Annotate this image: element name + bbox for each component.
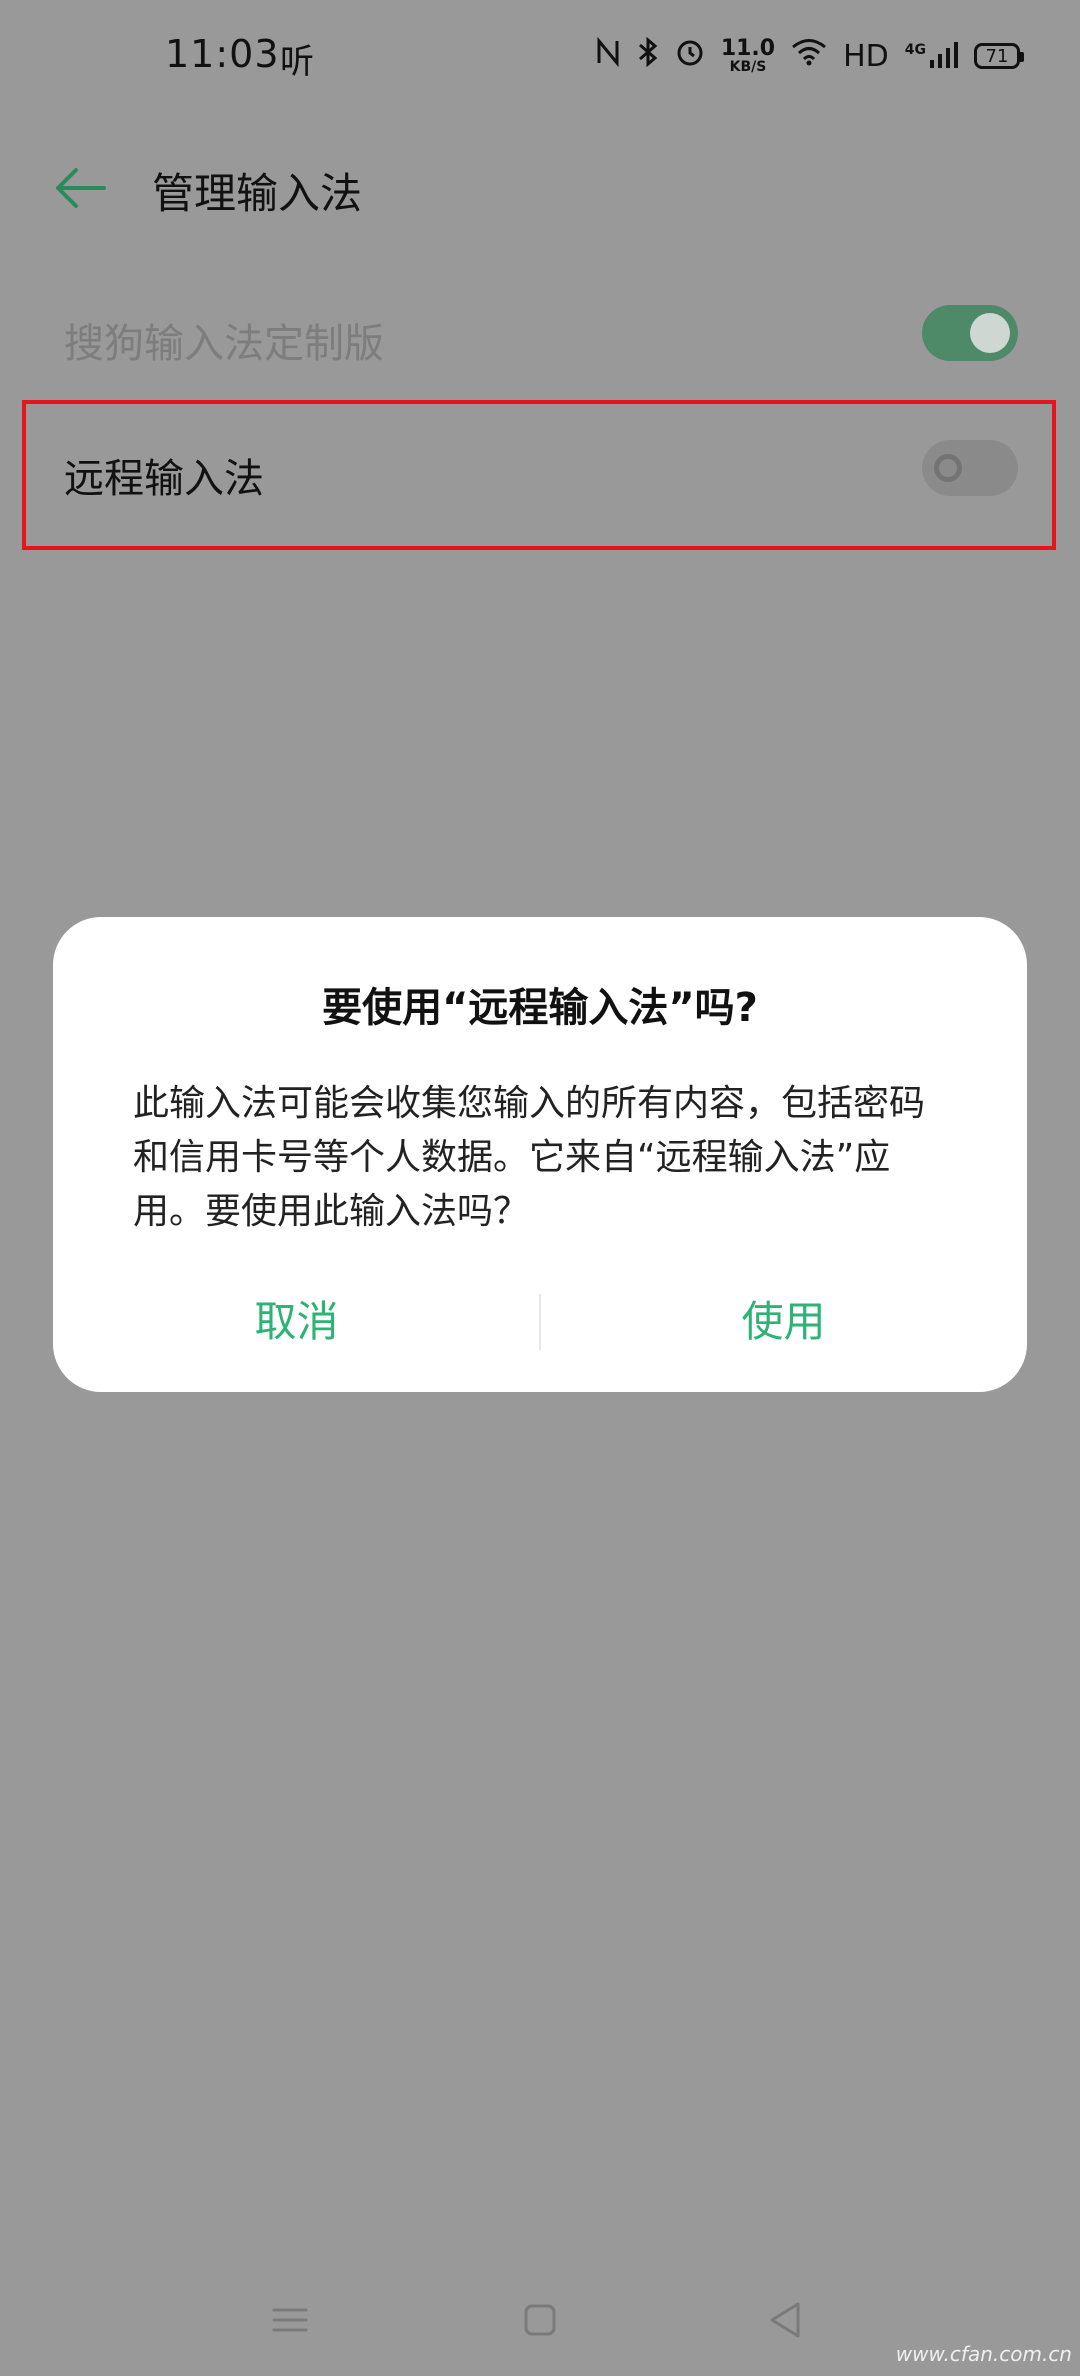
dialog-message: 此输入法可能会收集您输入的所有内容，包括密码和信用卡号等个人数据。它来自“远程输…: [133, 1083, 926, 1232]
list-item-sogou[interactable]: 搜狗输入法定制版: [0, 275, 1080, 395]
bluetooth-icon: [637, 36, 659, 76]
square-icon: [524, 2304, 556, 2336]
dialog-title: 要使用“远程输入法”吗?: [322, 985, 758, 1031]
app-bar: 管理输入法: [0, 130, 1080, 240]
status-icons: 11.0 KB/S HD 4G 71: [595, 36, 1024, 76]
nfc-icon: [595, 36, 621, 75]
highlight-annotation-box: [22, 400, 1056, 550]
alarm-icon: [675, 37, 705, 75]
list-item-label: 搜狗输入法定制版: [64, 321, 384, 367]
battery-level: 71: [985, 45, 1009, 67]
use-button[interactable]: 使用: [540, 1282, 1027, 1362]
network-type: 4G: [904, 42, 926, 58]
signal-icon: 4G: [905, 42, 958, 70]
network-speed: 11.0 KB/S: [720, 36, 776, 75]
toggle-sogou[interactable]: [922, 305, 1018, 361]
toggle-knob: [970, 313, 1010, 353]
home-button[interactable]: [510, 2290, 570, 2350]
cancel-button[interactable]: 取消: [53, 1282, 540, 1362]
hd-label: HD: [843, 38, 889, 74]
status-bar: 11:03 听 11.0 KB/S HD 4G 71: [0, 0, 1080, 120]
page-title: 管理输入法: [152, 169, 363, 218]
back-button[interactable]: [52, 158, 112, 218]
arrow-left-icon: [56, 168, 106, 208]
menu-icon: [272, 2308, 308, 2332]
navigation-bar: www.cfan.com.cn: [0, 2260, 1080, 2376]
confirm-dialog: 要使用“远程输入法”吗? 此输入法可能会收集您输入的所有内容，包括密码和信用卡号…: [53, 917, 1027, 1392]
nav-back-button[interactable]: [756, 2290, 816, 2350]
triangle-back-icon: [770, 2302, 800, 2338]
network-speed-value: 11.0: [720, 36, 776, 61]
status-app-indicator: 听: [280, 42, 314, 82]
status-time: 11:03: [165, 32, 280, 76]
network-speed-unit: KB/S: [729, 59, 767, 75]
wifi-icon: [791, 38, 827, 74]
battery-icon: 71: [974, 43, 1024, 69]
dialog-actions: 取消 使用: [53, 1282, 1027, 1362]
recent-apps-button[interactable]: [260, 2290, 320, 2350]
watermark: www.cfan.com.cn: [895, 2342, 1072, 2366]
